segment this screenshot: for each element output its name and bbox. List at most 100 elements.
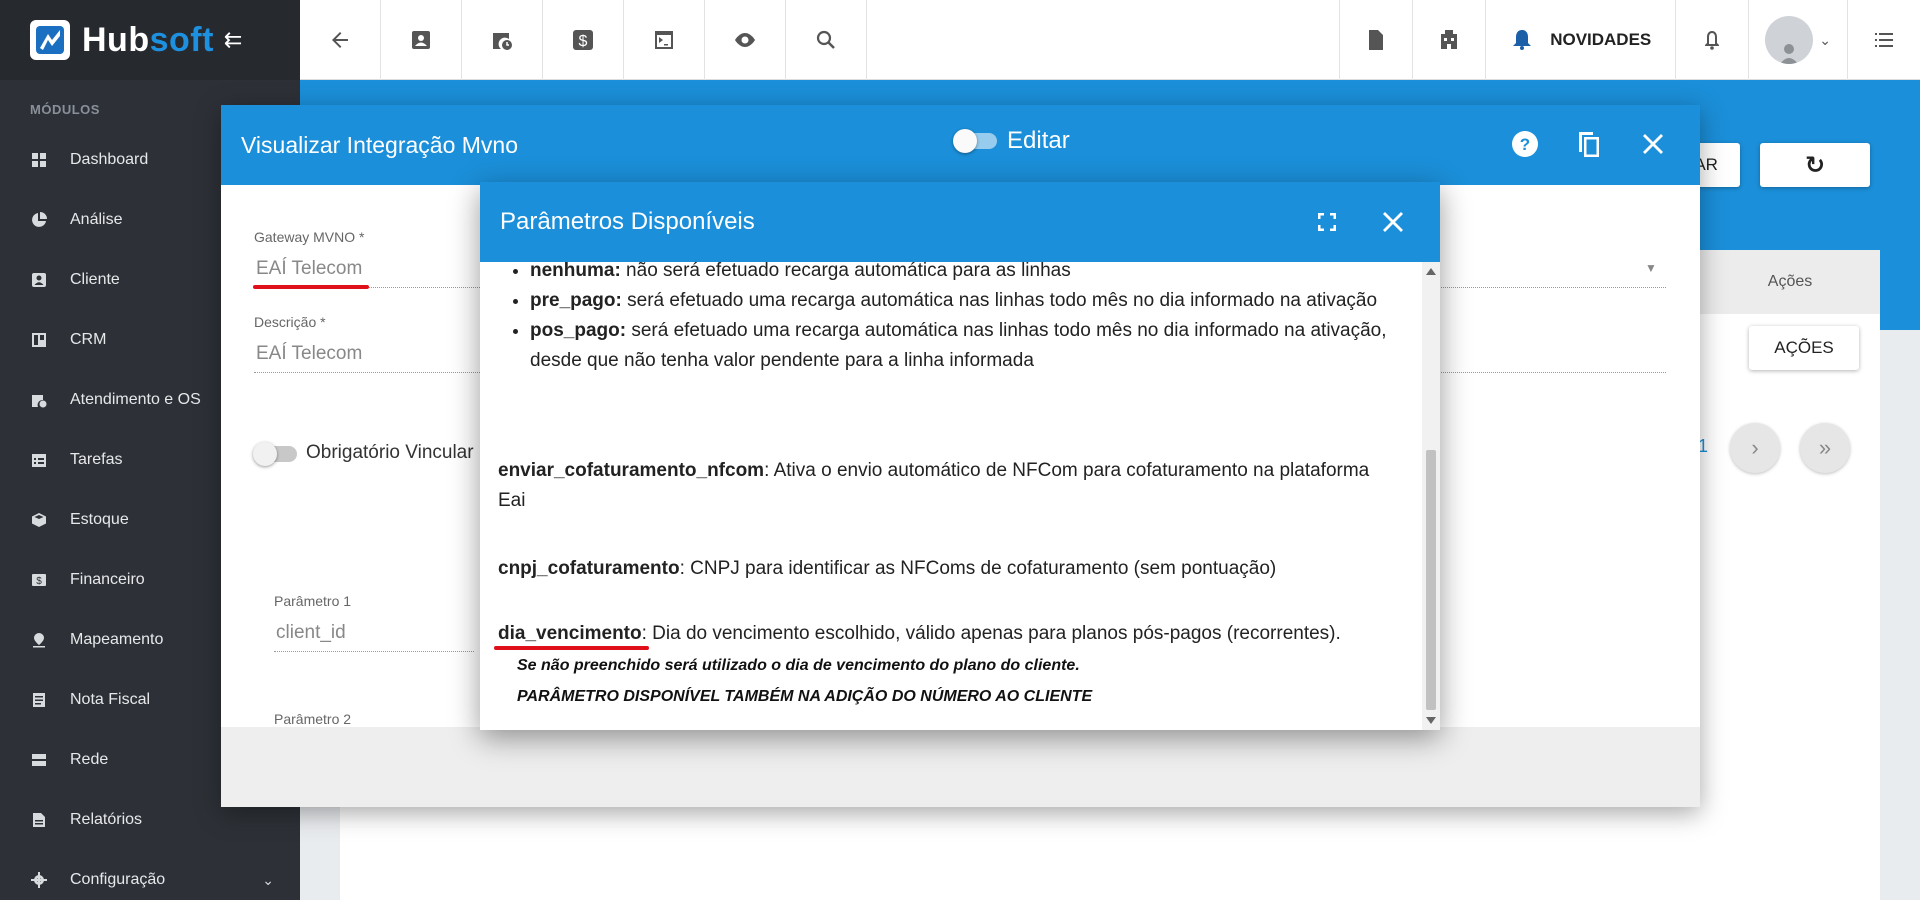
money-icon: $ (30, 571, 48, 589)
terminal-button[interactable] (624, 0, 705, 80)
sidebar-item-label: CRM (70, 331, 107, 348)
obrigatorio-toggle[interactable] (253, 442, 297, 466)
brand-name-hub: Hub (82, 20, 150, 59)
sidebar-item-label: Financeiro (70, 571, 145, 588)
collapse-menu-icon[interactable]: ⇇ (224, 27, 242, 53)
contact-button[interactable] (381, 0, 462, 80)
view-button[interactable] (705, 0, 786, 80)
back-button[interactable] (300, 0, 381, 80)
param-cnpj: cnpj_cofaturamento: CNPJ para identifica… (498, 554, 1398, 584)
gear-icon (30, 871, 48, 889)
param-key: dia_vencimento (498, 623, 642, 644)
params-header-actions (1310, 205, 1410, 239)
svg-text:$: $ (36, 576, 42, 587)
invoice-icon (30, 691, 48, 709)
company-button[interactable] (1412, 0, 1485, 80)
close-icon[interactable] (1636, 127, 1670, 161)
param-note: PARÂMETRO DISPONÍVEL TAMBÉM NA ADIÇÃO DO… (517, 688, 1093, 705)
scroll-up-icon[interactable] (1426, 268, 1436, 275)
param-key: enviar_cofaturamento_nfcom (498, 460, 765, 481)
terminal-icon (655, 31, 673, 49)
sidebar-item-label: Mapeamento (70, 631, 164, 648)
brand[interactable]: Hubsoft ⇇ (0, 0, 300, 80)
brand-name: Hubsoft (82, 21, 214, 60)
obrigatorio-toggle-knob (253, 442, 277, 466)
option-key: pre_pago: (530, 290, 622, 311)
edit-switch[interactable] (953, 129, 997, 153)
refresh-button[interactable]: ↻ (1760, 143, 1870, 187)
sidebar-item-label: Cliente (70, 271, 120, 288)
brand-name-soft: soft (149, 20, 214, 59)
sidebar-item-label: Configuração (70, 871, 166, 888)
box-icon (30, 511, 48, 529)
building-icon (1441, 30, 1458, 49)
param-description: : Dia do vencimento escolhido, válido ap… (641, 623, 1341, 644)
modal-footer (221, 727, 1700, 807)
fullscreen-icon[interactable] (1310, 205, 1344, 239)
highlight-underline (253, 285, 369, 289)
svg-text:?: ? (1520, 135, 1530, 154)
eye-icon (735, 33, 755, 47)
gateway-field[interactable]: EAÍ Telecom (256, 258, 362, 280)
pdf-button[interactable] (1339, 0, 1412, 80)
financeiro-button[interactable]: $ (543, 0, 624, 80)
dashboard-icon (30, 151, 48, 169)
user-menu-button[interactable]: ⌄ (1748, 0, 1847, 80)
novidades-label: NOVIDADES (1550, 30, 1652, 49)
params-title: Parâmetros Disponíveis (500, 208, 755, 235)
chevron-down-icon: ⌄ (1819, 31, 1831, 48)
search-icon (816, 30, 835, 49)
pdf-file-icon (1369, 30, 1384, 50)
modal-title: Visualizar Integração Mvno (241, 131, 518, 158)
next-page-button[interactable]: › (1730, 423, 1780, 473)
scroll-thumb[interactable] (1426, 450, 1436, 710)
crm-board-icon (30, 331, 48, 349)
dropdown-arrow-icon[interactable]: ▼ (1645, 261, 1657, 275)
calendar-button[interactable] (462, 0, 543, 80)
params-scrollbar[interactable] (1422, 262, 1440, 730)
close-icon[interactable] (1376, 205, 1410, 239)
search-button[interactable] (786, 0, 867, 80)
bell-news-icon (1513, 30, 1532, 50)
topbar: $ NOVIDADES ⌄ (300, 0, 1920, 80)
modal-header-actions: ? (1508, 127, 1670, 161)
list-item: pos_pago: será efetuado uma recarga auto… (530, 316, 1410, 376)
chevron-down-icon[interactable]: ⌄ (262, 872, 274, 889)
descricao-label: Descrição * (254, 314, 326, 330)
help-icon[interactable]: ? (1508, 127, 1542, 161)
sidebar-item-configuracao[interactable]: Configuração ⌄ (0, 850, 300, 900)
descricao-field[interactable]: EAÍ Telecom (256, 343, 362, 365)
option-key: nenhuma: (530, 262, 621, 281)
actions-button-label: AÇÕES (1774, 338, 1834, 357)
edit-toggle[interactable]: Editar (953, 127, 1070, 155)
params-content: nenhuma: não será efetuado recarga autom… (480, 262, 1422, 730)
modal-header: Visualizar Integração Mvno Editar ? (221, 105, 1700, 185)
param1-field[interactable]: client_id (276, 622, 346, 644)
copy-icon[interactable] (1572, 127, 1606, 161)
sidebar-item-label: Dashboard (70, 151, 149, 168)
edit-switch-knob (953, 129, 977, 153)
notifications-button[interactable] (1675, 0, 1748, 80)
scroll-down-icon[interactable] (1426, 717, 1436, 724)
money-icon: $ (573, 30, 593, 50)
option-key: pos_pago: (530, 320, 627, 341)
novidades-button[interactable]: NOVIDADES (1485, 0, 1675, 80)
obrigatorio-label: Obrigatório Vincular (306, 442, 474, 463)
gateway-label: Gateway MVNO * (254, 229, 365, 245)
params-dialog: Parâmetros Disponíveis nenhuma: não será… (480, 182, 1440, 730)
edit-label: Editar (1007, 127, 1070, 154)
arrow-left-icon (332, 32, 348, 48)
sidebar-item-label: Análise (70, 211, 123, 228)
avatar (1765, 16, 1814, 64)
contact-card-icon (412, 31, 430, 49)
list-item: pre_pago: será efetuado uma recarga auto… (530, 286, 1410, 316)
list-menu-button[interactable] (1847, 0, 1920, 80)
sidebar-item-label: Rede (70, 751, 109, 768)
actions-button[interactable]: AÇÕES (1749, 326, 1859, 370)
tasks-icon (30, 451, 48, 469)
params-header: Parâmetros Disponíveis (480, 182, 1440, 262)
last-page-button[interactable]: » (1800, 423, 1850, 473)
sidebar-item-label: Relatórios (70, 811, 143, 828)
param-cofaturamento: enviar_cofaturamento_nfcom: Ativa o envi… (498, 456, 1398, 516)
